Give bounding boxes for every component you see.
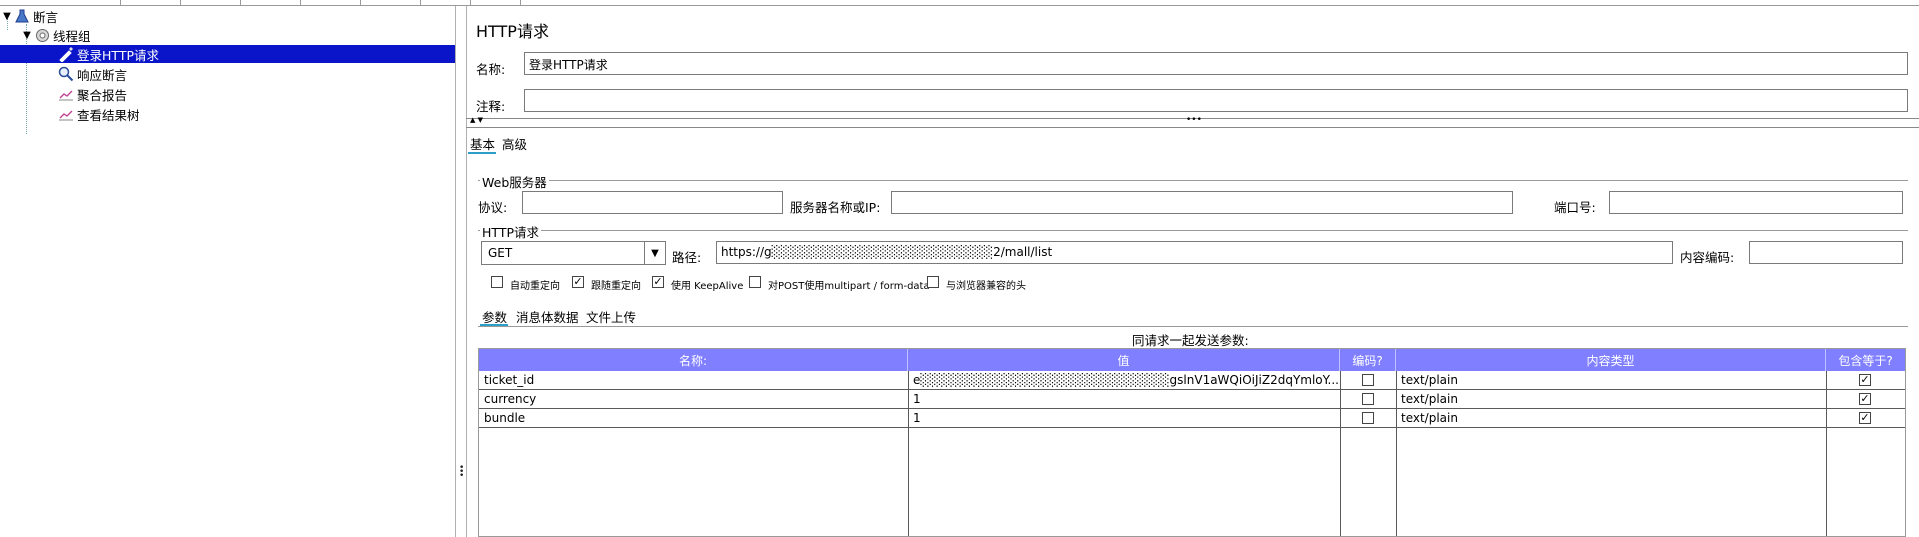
chevron-down-icon[interactable]: ▼: [0, 11, 14, 22]
http-request-panel: HTTP请求 名称: 登录HTTP请求 注释: ▲ ▼ ••• 基本 高级 We…: [466, 6, 1919, 537]
tree-item-results-tree[interactable]: 查看结果树: [58, 105, 140, 123]
include-equals-checkbox[interactable]: ✓: [1859, 374, 1871, 386]
web-server-group: [478, 180, 1908, 181]
table-cell-content-type[interactable]: text/plain: [1396, 371, 1826, 390]
test-plan-tree[interactable]: ▼ 断言 ▼ 线程组 登录HTTP请求 响应断言 聚合报告 查看结果树: [0, 6, 455, 537]
include-equals-checkbox[interactable]: ✓: [1859, 393, 1871, 405]
protocol-label: 协议:: [478, 200, 508, 215]
tree-item-label: 断言: [33, 9, 59, 25]
tree-item-assertion[interactable]: ▼ 断言: [0, 7, 58, 25]
page-title: HTTP请求: [476, 22, 549, 41]
tree-item-label: 查看结果树: [77, 107, 140, 123]
encode-checkbox[interactable]: [1362, 393, 1374, 405]
name-input[interactable]: 登录HTTP请求: [524, 52, 1908, 75]
encoding-label: 内容编码:: [1680, 250, 1735, 265]
chart-icon: [58, 86, 74, 102]
chart-icon: [58, 106, 74, 122]
table-cell-name[interactable]: currency: [479, 390, 908, 409]
horizontal-splitter[interactable]: ▲ ▼ •••: [466, 115, 1919, 128]
server-input[interactable]: [891, 191, 1513, 214]
follow-redirect-label: 跟随重定向: [591, 281, 641, 292]
follow-redirect-checkbox[interactable]: ✓: [572, 276, 584, 288]
parameters-table[interactable]: 名称: 值 编码? 内容类型 包含等于? ticket_id e░░░░░░░░…: [478, 348, 1906, 537]
tree-item-thread-group[interactable]: ▼ 线程组: [20, 26, 91, 44]
tab-file-upload[interactable]: 文件上传: [586, 307, 636, 326]
server-label: 服务器名称或IP:: [790, 200, 881, 215]
tab-body-data[interactable]: 消息体数据: [516, 307, 579, 326]
encoding-input[interactable]: [1749, 241, 1903, 264]
keepalive-checkbox[interactable]: ✓: [652, 276, 664, 288]
collapse-arrows-icon[interactable]: ▲ ▼: [470, 116, 483, 124]
selection-band: [0, 45, 58, 63]
comment-input[interactable]: [524, 89, 1908, 112]
port-input[interactable]: [1609, 191, 1903, 214]
include-equals-checkbox[interactable]: ✓: [1859, 412, 1871, 424]
table-cell-name[interactable]: ticket_id: [479, 371, 908, 390]
name-label: 名称:: [476, 62, 506, 77]
tree-item-label: 线程组: [53, 28, 91, 44]
table-cell-content-type[interactable]: text/plain: [1396, 390, 1826, 409]
comment-label: 注释:: [476, 99, 506, 114]
active-tab-indicator: [468, 152, 496, 154]
chevron-down-icon[interactable]: ▼: [644, 242, 665, 264]
protocol-input[interactable]: [522, 191, 783, 214]
column-header-content-type[interactable]: 内容类型: [1396, 349, 1826, 371]
web-server-group-label: Web服务器: [480, 172, 549, 191]
browser-headers-label: 与浏览器兼容的头: [946, 281, 1026, 292]
splitter-grip-icon: •••: [459, 463, 465, 481]
encode-checkbox[interactable]: [1362, 374, 1374, 386]
column-header-include-equals[interactable]: 包含等于?: [1826, 349, 1905, 371]
tree-item-login-http-request[interactable]: 登录HTTP请求: [58, 45, 455, 63]
tab-advanced[interactable]: 高级: [502, 134, 527, 153]
sub-tab-divider: [478, 326, 1908, 327]
table-cell-value[interactable]: 1: [908, 390, 1340, 409]
multipart-label: 对POST使用multipart / form-data: [768, 281, 930, 292]
method-value: GET: [488, 246, 513, 260]
browser-headers-checkbox[interactable]: [927, 276, 939, 288]
tree-item-aggregate-report[interactable]: 聚合报告: [58, 85, 127, 103]
params-caption: 同请求一起发送参数:: [1132, 333, 1249, 348]
auto-redirect-checkbox[interactable]: [491, 276, 503, 288]
table-cell-name[interactable]: bundle: [479, 409, 908, 428]
multipart-checkbox[interactable]: [749, 276, 761, 288]
tab-basic[interactable]: 基本: [470, 134, 495, 153]
encode-checkbox[interactable]: [1362, 412, 1374, 424]
splitter-grip-icon: •••: [1186, 115, 1202, 125]
path-label: 路径:: [672, 250, 702, 265]
http-request-group-label: HTTP请求: [480, 222, 541, 241]
column-header-encode[interactable]: 编码?: [1340, 349, 1396, 371]
column-header-value[interactable]: 值: [908, 349, 1340, 371]
flask-icon: [14, 8, 30, 24]
method-select[interactable]: GET ▼: [481, 241, 666, 265]
column-header-name[interactable]: 名称:: [479, 349, 908, 371]
keepalive-label: 使用 KeepAlive: [671, 281, 744, 292]
tree-item-label: 聚合报告: [77, 87, 128, 103]
http-request-group: [478, 230, 1908, 231]
magnifier-icon: [58, 66, 74, 82]
pipette-icon: [58, 46, 74, 62]
table-cell-value[interactable]: 1: [908, 409, 1340, 428]
table-cell-value[interactable]: e░░░░░░░░░░░░░░░░░░░░░░░░░░░gslnV1aWQiOi…: [908, 371, 1340, 390]
auto-redirect-label: 自动重定向: [510, 281, 560, 292]
table-cell-content-type[interactable]: text/plain: [1396, 409, 1826, 428]
port-label: 端口号:: [1554, 200, 1596, 215]
tree-item-response-assertion[interactable]: 响应断言: [58, 65, 127, 83]
tree-item-label: 响应断言: [77, 67, 128, 83]
path-input[interactable]: https://g░░░░░░░░░░░░░░░░░░░░░░░░2/mall/…: [716, 241, 1673, 264]
tree-item-label: 登录HTTP请求: [77, 47, 159, 63]
chevron-down-icon[interactable]: ▼: [20, 30, 34, 41]
gear-icon: [34, 27, 50, 43]
